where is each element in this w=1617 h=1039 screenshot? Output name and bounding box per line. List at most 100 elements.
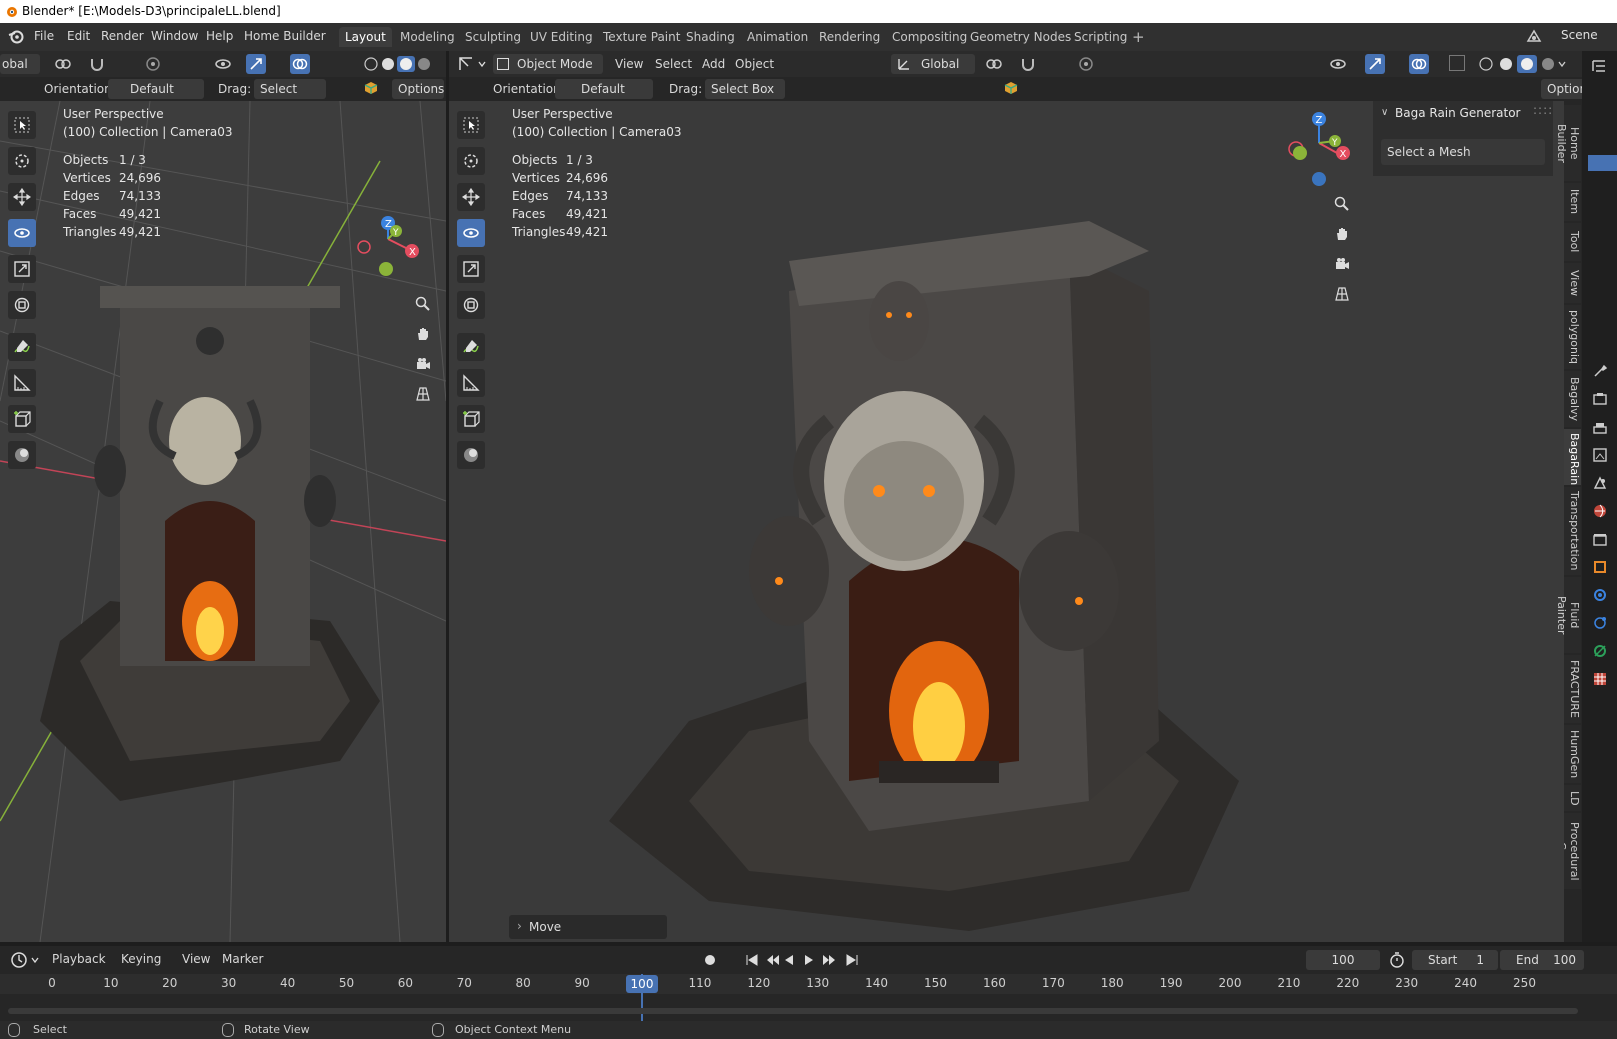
right-proportional-icon[interactable]: [1077, 55, 1095, 73]
addon-cube-icon[interactable]: [364, 81, 378, 95]
collection-props-icon[interactable]: [1592, 531, 1608, 559]
record-keyframe-icon[interactable]: [700, 950, 720, 970]
menu-playback[interactable]: Playback: [52, 952, 106, 966]
tab-home-builder[interactable]: Home Builder: [1555, 105, 1581, 181]
menu-home-builder[interactable]: Home Builder: [244, 29, 326, 43]
view-layer-props-icon[interactable]: [1592, 447, 1608, 475]
tab-uv-editing[interactable]: UV Editing: [524, 27, 599, 47]
menu-object[interactable]: Object: [735, 57, 774, 71]
modifier-props-icon[interactable]: [1592, 587, 1608, 615]
tab-view[interactable]: View: [1564, 263, 1581, 303]
stopwatch-icon[interactable]: [1388, 951, 1406, 969]
right-snap-icon[interactable]: [1019, 55, 1037, 73]
transform-tool-icon[interactable]: [457, 291, 485, 319]
visibility-icon[interactable]: [214, 55, 232, 73]
menu-marker[interactable]: Marker: [222, 952, 263, 966]
shading-mode-icons[interactable]: [362, 55, 434, 73]
right-gizmo-toggle-icon[interactable]: [1365, 54, 1385, 74]
world-props-icon[interactable]: [1592, 503, 1608, 531]
tab-modeling[interactable]: Modeling: [394, 27, 461, 47]
tab-fracture[interactable]: FRACTURE: [1564, 655, 1581, 723]
measure-tool-icon[interactable]: [8, 369, 36, 397]
annotate-tool-icon[interactable]: [457, 333, 485, 361]
outliner-selected-row[interactable]: [1588, 155, 1617, 171]
left-viewport[interactable]: User Perspective (100) Collection | Came…: [0, 101, 446, 942]
tool-props-icon[interactable]: [1592, 363, 1608, 391]
tab-geometry-nodes[interactable]: Geometry Nodes: [964, 27, 1077, 47]
playback-controls-icon[interactable]: [743, 950, 865, 970]
tab-scripting[interactable]: Scripting: [1068, 27, 1133, 47]
right-addon-cube-icon[interactable]: [1004, 81, 1018, 95]
snap-icon[interactable]: [88, 55, 106, 73]
menu-view[interactable]: View: [615, 57, 643, 71]
right-visibility-icon[interactable]: [1329, 55, 1347, 73]
rotate-tool-icon[interactable]: [8, 219, 36, 247]
right-axis-gizmo[interactable]: Z Y X: [1279, 103, 1359, 193]
cursor-tool-icon[interactable]: [8, 147, 36, 175]
select-box-tool-icon[interactable]: [457, 111, 485, 139]
menu-timeline-view[interactable]: View: [182, 952, 210, 966]
tab-compositing[interactable]: Compositing: [886, 27, 973, 47]
timeline-editor-type-icon[interactable]: [10, 951, 40, 969]
annotate-tool-icon[interactable]: [8, 333, 36, 361]
tab-animation[interactable]: Animation: [741, 27, 814, 47]
right-overlay-toggle-icon[interactable]: [1409, 54, 1429, 74]
particles-props-icon[interactable]: [1592, 615, 1608, 643]
current-frame-field[interactable]: 100: [1306, 950, 1380, 970]
add-workspace-icon[interactable]: +: [1132, 28, 1145, 46]
tab-rendering[interactable]: Rendering: [813, 27, 886, 47]
scene-props-icon[interactable]: [1592, 475, 1608, 503]
outliner-icon[interactable]: [1590, 57, 1608, 75]
start-frame-field[interactable]: Start 1: [1412, 950, 1498, 970]
menu-keying[interactable]: Keying: [121, 952, 161, 966]
editor-type-icon[interactable]: [457, 55, 487, 73]
tab-fluid-painter[interactable]: Fluid Painter: [1555, 577, 1581, 653]
overlay-toggle-icon[interactable]: [290, 54, 310, 74]
timeline-body[interactable]: 0 10 20 30 40 50 60 70 80 90 100 110 120 130 140 150 160…: [0, 974, 1617, 1021]
timeline-scrollbar[interactable]: [8, 1008, 1578, 1014]
zoom-icon[interactable]: [410, 291, 436, 317]
scale-tool-icon[interactable]: [457, 255, 485, 283]
tab-bagarain[interactable]: BagaRain: [1564, 429, 1581, 485]
right-orientation-dropdown[interactable]: Default: [555, 79, 653, 99]
move-tool-icon[interactable]: [8, 183, 36, 211]
menu-edit[interactable]: Edit: [67, 29, 90, 43]
right-drag-dropdown[interactable]: Select Box: [705, 79, 785, 99]
scale-tool-icon[interactable]: [8, 255, 36, 283]
output-props-icon[interactable]: [1592, 419, 1608, 447]
tab-texture-paint[interactable]: Texture Paint: [597, 27, 686, 47]
playhead-frame[interactable]: 100: [626, 975, 658, 993]
proportional-edit-icon[interactable]: [144, 55, 162, 73]
tab-polygoniq[interactable]: polygoniq: [1564, 305, 1581, 369]
right-pivot-icon[interactable]: [983, 55, 1005, 73]
camera-view-icon[interactable]: [1329, 251, 1355, 277]
panel-title[interactable]: Baga Rain Generator: [1395, 106, 1521, 120]
pivot-icon[interactable]: [52, 55, 74, 73]
cursor-tool-icon[interactable]: [457, 147, 485, 175]
menu-select[interactable]: Select: [655, 57, 692, 71]
left-transform-dropdown[interactable]: obal: [0, 54, 40, 74]
rotate-tool-icon[interactable]: [457, 219, 485, 247]
measure-tool-icon[interactable]: [457, 369, 485, 397]
material-tool-icon[interactable]: [457, 441, 485, 469]
ortho-grid-icon[interactable]: [1329, 281, 1355, 307]
tab-shading[interactable]: Shading: [680, 27, 741, 47]
end-frame-field[interactable]: End 100: [1500, 950, 1584, 970]
select-mesh-button[interactable]: Select a Mesh: [1381, 139, 1545, 165]
panel-collapse-icon[interactable]: ∨: [1381, 107, 1388, 118]
left-options-button[interactable]: Options: [392, 79, 444, 99]
menu-render[interactable]: Render: [101, 29, 144, 43]
select-box-tool-icon[interactable]: [8, 111, 36, 139]
camera-view-icon[interactable]: [410, 351, 436, 377]
tab-transportation[interactable]: Transportation: [1564, 487, 1581, 575]
tab-ld[interactable]: LD: [1564, 785, 1581, 811]
left-drag-dropdown[interactable]: Select Box: [254, 79, 326, 116]
pan-hand-icon[interactable]: [410, 321, 436, 347]
tab-item[interactable]: Item: [1564, 183, 1581, 221]
right-shading-mode-icons[interactable]: [1477, 55, 1567, 73]
panel-drag-handle-icon[interactable]: ::::: [1533, 103, 1553, 117]
object-props-icon[interactable]: [1592, 559, 1608, 587]
scene-selector-icon[interactable]: [1524, 27, 1544, 47]
transform-tool-icon[interactable]: [8, 291, 36, 319]
tab-layout[interactable]: Layout: [339, 27, 392, 47]
